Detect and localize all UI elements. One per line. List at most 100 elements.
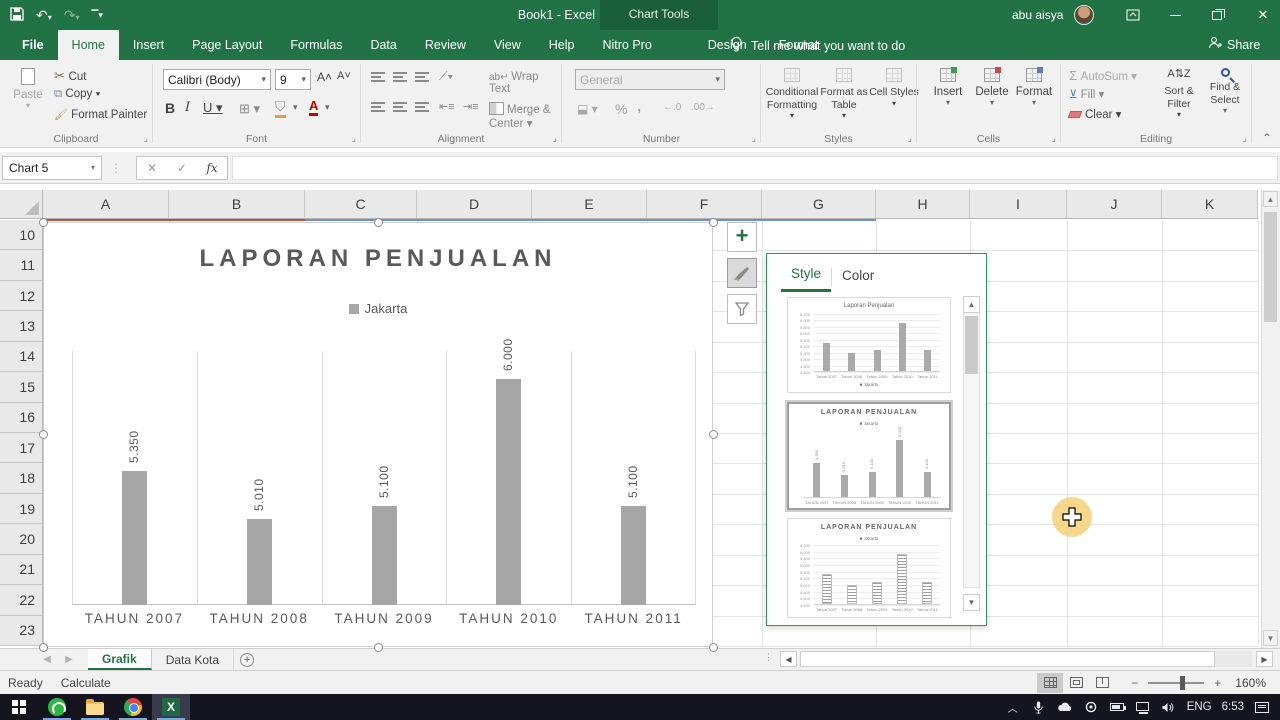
tab-page-layout[interactable]: Page Layout: [178, 30, 276, 60]
group-font-dialog-launcher-icon[interactable]: ⌟: [352, 133, 356, 144]
tell-me-box[interactable]: Tell me what you want to do: [730, 36, 905, 55]
increase-decimal-icon[interactable]: ←.0: [663, 102, 681, 113]
zoom-slider-thumb[interactable]: [1180, 675, 1186, 690]
tab-help[interactable]: Help: [535, 30, 589, 60]
power-icon[interactable]: [1083, 701, 1099, 713]
tab-data[interactable]: Data: [356, 30, 410, 60]
panel-scroll-down-icon[interactable]: ▼: [963, 594, 980, 611]
tab-review[interactable]: Review: [411, 30, 480, 60]
avatar[interactable]: [1074, 5, 1094, 25]
restore-button[interactable]: [1200, 0, 1234, 30]
save-icon[interactable]: [10, 6, 24, 24]
fill-button[interactable]: ⊻ Fill ▾: [1069, 87, 1104, 101]
selection-handle[interactable]: [38, 642, 48, 652]
view-normal-button[interactable]: [1037, 672, 1064, 693]
style-panel-tab-color[interactable]: Color: [832, 264, 884, 291]
taskbar-whatsapp[interactable]: [38, 694, 76, 720]
close-button[interactable]: ✕: [1246, 0, 1280, 30]
row-header-11[interactable]: 11: [0, 250, 43, 281]
bar-tahun-2010[interactable]: [496, 379, 522, 605]
taskbar-excel[interactable]: X: [152, 694, 190, 720]
zoom-out-button[interactable]: −: [1131, 676, 1138, 690]
row-header-12[interactable]: 12: [0, 280, 43, 312]
merge-center-button[interactable]: Merge & Center ▾: [489, 102, 561, 130]
fill-color-dropdown-icon[interactable]: ▾: [293, 102, 298, 113]
accounting-format-icon[interactable]: ⬓ ▾: [577, 102, 598, 116]
chart-object[interactable]: LAPORAN PENJUALAN Jakarta 5.350 5.010 5.10…: [43, 222, 713, 647]
group-cells-dialog-launcher-icon[interactable]: ⌟: [1052, 133, 1056, 144]
chart-title[interactable]: LAPORAN PENJUALAN: [44, 245, 712, 273]
row-header-15[interactable]: 15: [0, 372, 43, 403]
selection-handle[interactable]: [708, 430, 718, 439]
column-header-A[interactable]: A: [43, 190, 169, 219]
decrease-indent-icon[interactable]: ⇤≡: [439, 100, 455, 113]
onedrive-icon[interactable]: [1057, 702, 1073, 712]
column-header-D[interactable]: D: [417, 190, 532, 219]
sheet-nav-left-icon[interactable]: ◀: [36, 649, 58, 670]
copy-button[interactable]: ⧉ Copy ▾: [54, 88, 100, 101]
clear-button[interactable]: Clear ▾: [1067, 107, 1121, 121]
increase-indent-icon[interactable]: ⇥≡: [463, 100, 479, 113]
underline-button[interactable]: U ▾: [203, 100, 223, 116]
font-size-dropdown-icon[interactable]: ▾: [301, 74, 306, 85]
selection-handle[interactable]: [38, 217, 48, 227]
delete-cells-button[interactable]: Delete ▾: [971, 67, 1013, 107]
row-header-18[interactable]: 18: [0, 463, 43, 494]
cut-button[interactable]: ✂ Cut: [54, 68, 86, 84]
formula-splitter[interactable]: ⋮: [110, 161, 122, 175]
font-name-combo[interactable]: Calibri (Body) ▾: [163, 69, 271, 90]
start-button[interactable]: [0, 694, 38, 720]
style-panel-tab-style[interactable]: Style: [781, 262, 832, 292]
taskbar-file-explorer[interactable]: [76, 694, 114, 720]
align-left-icon[interactable]: [371, 102, 385, 112]
select-all-corner[interactable]: [0, 190, 43, 219]
font-color-icon[interactable]: A: [309, 98, 319, 116]
row-header-14[interactable]: 14: [0, 341, 43, 373]
selection-handle[interactable]: [38, 430, 48, 439]
vertical-scroll-thumb[interactable]: [1264, 212, 1277, 322]
bar-tahun-2007[interactable]: [121, 470, 147, 605]
row-header-19[interactable]: 19: [0, 493, 43, 525]
style-thumbnail-1[interactable]: Laporan Penjualan 6.200 6.000 5.800 5.600 5.4…: [787, 297, 951, 393]
bar-tahun-2011[interactable]: [621, 506, 647, 605]
enter-icon[interactable]: ✓: [167, 161, 197, 175]
clock[interactable]: 6:53: [1222, 701, 1244, 713]
bar-tahun-2008[interactable]: [246, 518, 272, 605]
hscroll-left-icon[interactable]: ◀: [780, 651, 797, 667]
chart-styles-button[interactable]: [727, 258, 757, 288]
column-header-I[interactable]: I: [970, 190, 1067, 219]
view-page-layout-button[interactable]: [1063, 673, 1089, 693]
group-number-dialog-launcher-icon[interactable]: ⌟: [752, 133, 756, 144]
row-header-21[interactable]: 21: [0, 554, 43, 586]
ribbon-display-options-icon[interactable]: [1116, 0, 1150, 30]
decrease-decimal-icon[interactable]: .00→: [691, 102, 715, 113]
selection-handle[interactable]: [373, 217, 383, 227]
tab-home[interactable]: Home: [57, 30, 119, 60]
format-cells-button-dropdown-icon[interactable]: ▾: [1032, 98, 1036, 107]
align-top-icon[interactable]: [371, 72, 385, 82]
column-header-G[interactable]: G: [762, 190, 876, 219]
fill-color-icon[interactable]: ⛉: [275, 98, 286, 118]
column-header-H[interactable]: H: [876, 190, 970, 219]
share-button[interactable]: Share: [1208, 36, 1260, 53]
chevron-up-icon[interactable]: ︿: [1005, 700, 1021, 715]
language-indicator[interactable]: ENG: [1187, 701, 1212, 713]
chart-filters-button[interactable]: [727, 294, 757, 324]
column-header-C[interactable]: C: [305, 190, 417, 219]
speaker-icon[interactable]: [1161, 702, 1177, 713]
percent-icon[interactable]: %: [615, 101, 627, 117]
row-header-10[interactable]: 10: [0, 220, 43, 251]
group-editing-dialog-launcher-icon[interactable]: ⌟: [1243, 133, 1247, 144]
scroll-down-icon[interactable]: ▼: [1263, 630, 1278, 646]
formula-input[interactable]: [232, 155, 1278, 180]
minimize-button[interactable]: [1158, 0, 1192, 30]
microphone-icon[interactable]: [1031, 701, 1047, 714]
row-header-17[interactable]: 17: [0, 433, 43, 464]
group-alignment-dialog-launcher-icon[interactable]: ⌟: [553, 133, 557, 144]
align-right-icon[interactable]: [415, 102, 429, 112]
insert-cells-button[interactable]: Insert ▾: [927, 67, 969, 107]
status-calculate[interactable]: Calculate: [61, 676, 111, 690]
align-center-icon[interactable]: [393, 102, 407, 112]
style-thumbnail-3[interactable]: LAPORAN PENJUALAN 6.200 6.000 5.800 5.600 5.4…: [787, 518, 951, 618]
scroll-up-icon[interactable]: ▲: [1263, 191, 1278, 207]
